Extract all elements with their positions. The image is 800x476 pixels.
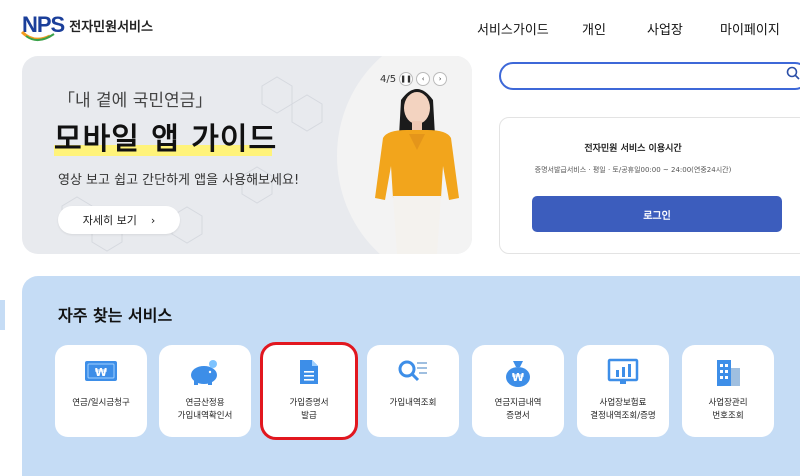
service-card-pension-calc[interactable]: 연금산정용가입내역확인서 xyxy=(159,345,251,437)
service-label: 가입내역조회 xyxy=(389,398,437,408)
search-list-icon xyxy=(398,360,427,382)
chevron-right-icon: › xyxy=(150,213,156,227)
login-button[interactable]: 로그인 xyxy=(532,196,782,232)
service-label-line2: 발급 xyxy=(301,411,317,421)
service-label: 사업장보험료 xyxy=(599,398,647,408)
detail-button-label: 자세히 보기 xyxy=(82,214,137,227)
monitor-chart-icon xyxy=(607,358,639,384)
service-label: 사업장관리 xyxy=(708,398,748,408)
search-icon[interactable] xyxy=(786,66,800,80)
money-bag-icon: ₩ xyxy=(506,361,530,387)
nav-personal[interactable]: 개인 xyxy=(582,19,606,38)
logo-text: 전자민원서비스 xyxy=(69,19,153,35)
detail-button[interactable]: 자세히 보기 › xyxy=(58,206,180,234)
banner-description: 영상 보고 쉽고 간단하게 앱을 사용해보세요! xyxy=(58,173,300,188)
service-label-line2: 번호조회 xyxy=(712,411,744,421)
banner: 「내 곁에 국민연금」 모바일 앱 가이드 영상 보고 쉽고 간단하게 앱을 사… xyxy=(22,56,472,254)
service-card-workplace-premium[interactable]: 사업장보험료결정내역조회/증명 xyxy=(577,345,669,437)
svg-text:₩: ₩ xyxy=(512,371,524,384)
service-card-pension-claim[interactable]: ₩ 연금/일시금청구 xyxy=(55,345,147,437)
service-card-enrollment-inquiry[interactable]: 가입내역조회 xyxy=(367,345,459,437)
banner-title: 모바일 앱 가이드 xyxy=(54,114,277,158)
logo[interactable]: NPS 전자민원서비스 xyxy=(20,12,153,41)
logo-swoosh-icon xyxy=(20,30,55,41)
service-card-workplace-number[interactable]: 사업장관리번호조회 xyxy=(682,345,774,437)
nav-service-guide[interactable]: 서비스가이드 xyxy=(477,19,549,38)
document-icon xyxy=(300,360,318,384)
nav-mypage[interactable]: 마이페이지 xyxy=(720,19,780,38)
favorites-title: 자주 찾는 서비스 xyxy=(58,306,173,325)
side-decoration xyxy=(0,300,8,330)
presenter-illustration xyxy=(375,89,459,254)
service-label-line2: 가입내역확인서 xyxy=(177,411,233,421)
banner-title-text: 모바일 앱 가이드 xyxy=(54,122,278,157)
won-bill-icon: ₩ xyxy=(85,361,117,381)
service-label-line2: 증명서 xyxy=(506,411,530,421)
svg-text:₩: ₩ xyxy=(95,366,107,379)
service-label: 가입증명서 xyxy=(289,398,329,408)
service-hours-title: 전자민원 서비스 이용시간 xyxy=(584,144,682,154)
building-icon xyxy=(717,360,740,386)
banner-subtitle: 「내 곁에 국민연금」 xyxy=(58,91,213,111)
header: NPS 전자민원서비스 서비스가이드 개인 사업장 마이페이지 xyxy=(0,0,800,56)
service-hours-box: 전자민원 서비스 이용시간 증명서발급서비스 · 평일 · 토/공휴일00:00… xyxy=(499,117,800,254)
service-label: 연금/일시금청구 xyxy=(72,398,130,408)
service-label: 연금산정용 xyxy=(185,398,225,408)
service-card-certificate-issue[interactable]: 가입증명서발급 xyxy=(260,342,358,440)
service-label-line2: 결정내역조회/증명 xyxy=(590,411,656,421)
favorite-services: 자주 찾는 서비스 ₩ 연금/일시금청구 연금산정용가입내역확인서 가입증명서발… xyxy=(22,276,800,476)
service-label: 연금지급내역 xyxy=(494,398,542,408)
service-card-payment-certificate[interactable]: ₩ 연금지급내역증명서 xyxy=(472,345,564,437)
piggy-bank-icon xyxy=(191,360,217,385)
nav-workplace[interactable]: 사업장 xyxy=(647,19,683,38)
search-input[interactable] xyxy=(499,62,800,90)
service-hours-text: 증명서발급서비스 · 평일 · 토/공휴일00:00 ~ 24:00(연중24시… xyxy=(534,166,732,174)
